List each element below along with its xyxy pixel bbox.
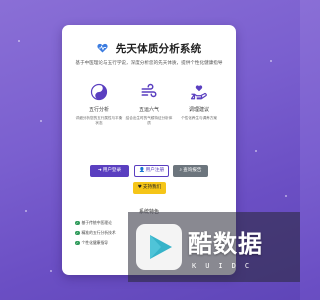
user-plus-icon: 👤 <box>138 168 145 173</box>
feature-list-item: ✓ 精准的五行分析技术 <box>75 230 116 236</box>
check-circle-icon: ✓ <box>75 230 80 236</box>
background-dot <box>255 150 257 152</box>
watermark-text: 酷数据 <box>188 230 263 258</box>
support-us-button[interactable]: ♥支持我们 <box>133 182 166 194</box>
query-report-button-label: 查询报告 <box>183 168 202 173</box>
background-dot <box>25 210 27 212</box>
background-dot <box>40 120 42 122</box>
query-report-button[interactable]: ⌕查询报告 <box>173 165 208 177</box>
feature-list-item-label: 个性化健康指导 <box>81 240 109 245</box>
feature-title: 调理建议 <box>188 107 209 113</box>
login-button[interactable]: ➜用户登录 <box>90 165 129 177</box>
support-us-button-label: 支持我们 <box>142 185 162 190</box>
background-dot <box>270 60 272 62</box>
page-subtitle: 基于中医理论与五行学说，深度分析您的先天体质，提供个性化健康指导 <box>75 61 223 66</box>
check-circle-icon: ✓ <box>75 220 80 226</box>
feature-list-item: ✓ 基于传统中医理论 <box>75 220 112 226</box>
feature-advice: 调理建议 个性化养生与调养方案 <box>174 83 224 121</box>
feature-description: 个性化养生与调养方案 <box>181 116 217 120</box>
wind-icon <box>141 83 157 98</box>
background-dot <box>285 195 287 197</box>
background-dot <box>50 270 52 272</box>
sign-in-icon: ➜ <box>97 168 102 173</box>
background-dot <box>18 40 20 42</box>
watermark-subtext: KUIDC <box>192 262 259 270</box>
feature-climate: 五运六气 结合出生时的气候特征分析体质 <box>124 83 174 126</box>
page-header: 先天体质分析系统 <box>62 37 236 55</box>
register-button-label: 用户注册 <box>145 168 165 173</box>
feature-description: 详细分析您的五行属性与平衡状态 <box>75 116 123 125</box>
search-icon: ⌕ <box>179 168 183 173</box>
heart-icon: ♥ <box>137 185 142 190</box>
feature-title: 五行分析 <box>88 107 109 113</box>
hand-heart-icon <box>190 85 207 100</box>
feature-five-elements: 五行分析 详细分析您的五行属性与平衡状态 <box>74 83 124 126</box>
watermark-play-logo-icon <box>136 224 182 270</box>
page-title: 先天体质分析系统 <box>115 43 202 55</box>
heart-pulse-icon <box>97 43 108 53</box>
feature-description: 结合出生时的气候特征分析体质 <box>125 116 173 125</box>
login-button-label: 用户登录 <box>102 168 122 173</box>
feature-title: 五运六气 <box>138 107 159 113</box>
feature-list-item: ✓ 个性化健康指导 <box>75 240 108 246</box>
feature-list-item-label: 基于传统中医理论 <box>81 220 112 225</box>
check-circle-icon: ✓ <box>75 240 80 246</box>
register-button[interactable]: 👤用户注册 <box>134 165 169 177</box>
yin-yang-icon <box>90 83 108 101</box>
feature-list-item-label: 精准的五行分析技术 <box>81 230 116 235</box>
